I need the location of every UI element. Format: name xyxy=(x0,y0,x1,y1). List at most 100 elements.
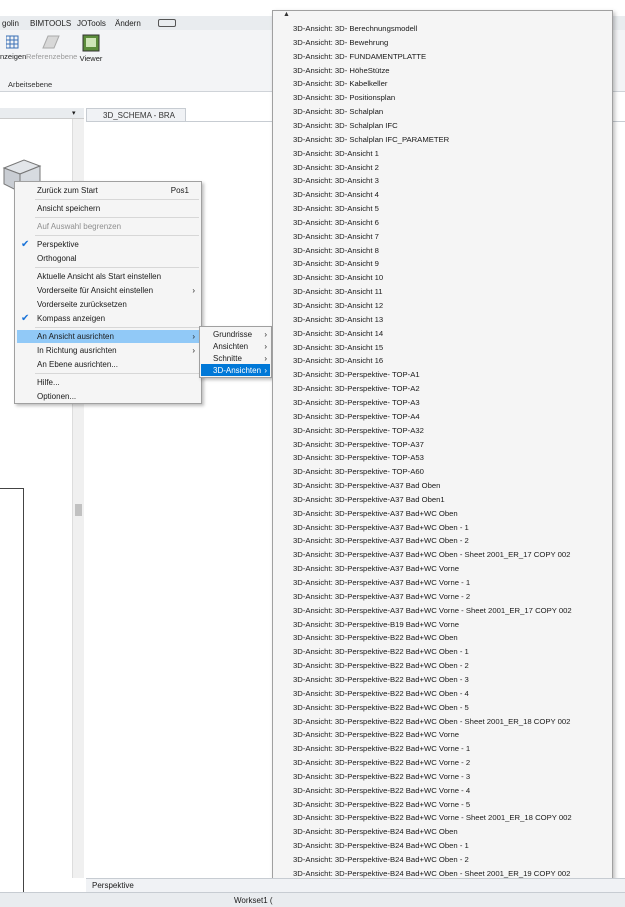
menu-item-shortcut: Pos1 xyxy=(170,186,189,195)
view-mode-label[interactable]: Perspektive xyxy=(92,881,134,890)
view-list-item[interactable]: 3D-Ansicht: 3D- Berechnungsmodell xyxy=(293,24,417,33)
view-list-item[interactable]: 3D-Ansicht: 3D-Perspektive- TOP-A37 xyxy=(293,440,424,449)
view-list-item[interactable]: 3D-Ansicht: 3D-Perspektive-B22 Bad+WC Ob… xyxy=(293,633,458,642)
view-list-item[interactable]: 3D-Ansicht: 3D-Perspektive-B22 Bad+WC Vo… xyxy=(293,772,470,781)
view-list-item[interactable]: 3D-Ansicht: 3D- Schalplan IFC xyxy=(293,121,398,130)
menu-item-optionen[interactable]: Optionen... xyxy=(17,390,201,403)
view-list-item[interactable]: 3D-Ansicht: 3D-Perspektive-B22 Bad+WC Ob… xyxy=(293,661,469,670)
view-list-item[interactable]: 3D-Ansicht: 3D-Perspektive-B22 Bad+WC Vo… xyxy=(293,786,470,795)
view-list-item[interactable]: 3D-Ansicht: 3D-Ansicht 14 xyxy=(293,329,383,338)
view-list-item[interactable]: 3D-Ansicht: 3D- Kabelkeller xyxy=(293,79,387,88)
view-list-item[interactable]: 3D-Ansicht: 3D-Perspektive- TOP-A32 xyxy=(293,426,424,435)
view-list-item[interactable]: 3D-Ansicht: 3D- FUNDAMENTPLATTE xyxy=(293,52,426,61)
submenu-arrow-icon: › xyxy=(264,330,267,339)
tab-bimtools[interactable]: BIMTOOLS xyxy=(30,19,71,28)
view-list-item[interactable]: 3D-Ansicht: 3D-Ansicht 9 xyxy=(293,259,379,268)
view-list-item[interactable]: 3D-Ansicht: 3D-Perspektive-A37 Bad+WC Ob… xyxy=(293,523,469,532)
menu-item-aktuelle-ansicht-als-start[interactable]: Aktuelle Ansicht als Start einstellen xyxy=(17,270,201,283)
view-list-item[interactable]: 3D-Ansicht: 3D-Perspektive-B24 Bad+WC Ob… xyxy=(293,869,570,878)
submenu-ausrichten: Grundrisse › Ansichten › Schnitte › 3D-A… xyxy=(199,326,272,378)
menu-item-vorderseite-zuruecksetzen[interactable]: Vorderseite zurücksetzen xyxy=(17,298,201,311)
view-list-item[interactable]: 3D-Ansicht: 3D- Bewehrung xyxy=(293,38,388,47)
menu-item-an-ebene-ausrichten[interactable]: An Ebene ausrichten... xyxy=(17,358,201,371)
3d-view-list-menu: ▲ 3D-Ansicht: 3D- Berechnungsmodell 3D-An… xyxy=(272,10,613,907)
viewer-button[interactable]: Viewer xyxy=(78,34,104,63)
submenu-item-schnitte[interactable]: Schnitte › xyxy=(201,352,270,364)
view-list-item[interactable]: 3D-Ansicht: 3D-Ansicht 2 xyxy=(293,163,379,172)
view-list-item[interactable]: 3D-Ansicht: 3D-Perspektive-B22 Bad+WC Vo… xyxy=(293,758,470,767)
menu-item-hilfe[interactable]: Hilfe... xyxy=(17,376,201,389)
view-list-item[interactable]: 3D-Ansicht: 3D-Perspektive-B22 Bad+WC Ob… xyxy=(293,647,469,656)
view-list-item[interactable]: 3D-Ansicht: 3D-Perspektive-B19 Bad+WC Vo… xyxy=(293,620,459,629)
view-list-item[interactable]: 3D-Ansicht: 3D-Ansicht 8 xyxy=(293,246,379,255)
view-list-item[interactable]: 3D-Ansicht: 3D-Perspektive-A37 Bad+WC Vo… xyxy=(293,606,572,615)
view-list-item[interactable]: 3D-Ansicht: 3D- HöheStütze xyxy=(293,66,390,75)
view-list-item[interactable]: 3D-Ansicht: 3D-Ansicht 10 xyxy=(293,273,383,282)
view-list-item[interactable]: 3D-Ansicht: 3D- Positionsplan xyxy=(293,93,395,102)
view-list-item[interactable]: 3D-Ansicht: 3D-Perspektive-B22 Bad+WC Ob… xyxy=(293,703,469,712)
view-list-item[interactable]: 3D-Ansicht: 3D-Perspektive-A37 Bad+WC Ob… xyxy=(293,509,458,518)
view-list-item[interactable]: 3D-Ansicht: 3D-Perspektive-B22 Bad+WC Vo… xyxy=(293,744,470,753)
view-list-item[interactable]: 3D-Ansicht: 3D-Perspektive- TOP-A1 xyxy=(293,370,420,379)
workset-selector[interactable]: Workset1 ( xyxy=(234,896,273,905)
menu-item-ansicht-speichern[interactable]: Ansicht speichern xyxy=(17,202,201,215)
submenu-item-ansichten[interactable]: Ansichten › xyxy=(201,340,270,352)
view-list-item[interactable]: 3D-Ansicht: 3D-Perspektive- TOP-A3 xyxy=(293,398,420,407)
scrollbar-thumb[interactable] xyxy=(75,504,82,516)
view-list-item[interactable]: 3D-Ansicht: 3D- Schalplan xyxy=(293,107,383,116)
tab-aendern[interactable]: Ändern xyxy=(115,19,141,28)
view-list-item[interactable]: 3D-Ansicht: 3D-Perspektive-A37 Bad+WC Ob… xyxy=(293,536,469,545)
view-list-item[interactable]: 3D-Ansicht: 3D-Perspektive-B22 Bad+WC Vo… xyxy=(293,813,572,822)
view-list-item[interactable]: 3D-Ansicht: 3D-Perspektive-B24 Bad+WC Ob… xyxy=(293,855,469,864)
menu-item-perspektive[interactable]: ✔ Perspektive xyxy=(17,238,201,251)
menu-item-in-richtung-ausrichten[interactable]: In Richtung ausrichten › xyxy=(17,344,201,357)
view-list-item[interactable]: 3D-Ansicht: 3D-Perspektive- TOP-A60 xyxy=(293,467,424,476)
view-list-item[interactable]: 3D-Ansicht: 3D-Ansicht 13 xyxy=(293,315,383,324)
view-list-item[interactable]: 3D-Ansicht: 3D-Perspektive-A37 Bad Oben xyxy=(293,481,440,490)
view-list-item[interactable]: 3D-Ansicht: 3D-Perspektive-A37 Bad Oben1 xyxy=(293,495,445,504)
view-list-item[interactable]: 3D-Ansicht: 3D-Ansicht 6 xyxy=(293,218,379,227)
menu-separator xyxy=(35,267,199,268)
anzeigen-button[interactable]: nzeigen xyxy=(0,34,26,61)
view-list-item[interactable]: 3D-Ansicht: 3D-Ansicht 16 xyxy=(293,356,383,365)
view-list-item[interactable]: 3D-Ansicht: 3D- Schalplan IFC_PARAMETER xyxy=(293,135,449,144)
view-list-item[interactable]: 3D-Ansicht: 3D-Perspektive-B22 Bad+WC Vo… xyxy=(293,730,459,739)
tab-jotools[interactable]: JOTools xyxy=(77,19,106,28)
tab-3d-schema[interactable]: 3D_SCHEMA - BRA A2 xyxy=(86,108,186,129)
view-list-item[interactable]: 3D-Ansicht: 3D-Perspektive-B22 Bad+WC Ob… xyxy=(293,689,469,698)
view-list-item[interactable]: 3D-Ansicht: 3D-Perspektive- TOP-A2 xyxy=(293,384,420,393)
view-list-item[interactable]: 3D-Ansicht: 3D-Perspektive-A37 Bad+WC Ob… xyxy=(293,550,570,559)
drawing-fragment xyxy=(0,488,24,907)
view-list-item[interactable]: 3D-Ansicht: 3D-Perspektive-A37 Bad+WC Vo… xyxy=(293,578,470,587)
tab-golin[interactable]: golin xyxy=(2,19,19,28)
view-list-item[interactable]: 3D-Ansicht: 3D-Ansicht 4 xyxy=(293,190,379,199)
scroll-up-icon[interactable]: ▲ xyxy=(283,11,290,18)
view-list-item[interactable]: 3D-Ansicht: 3D-Perspektive- TOP-A53 xyxy=(293,453,424,462)
view-list-item[interactable]: 3D-Ansicht: 3D-Perspektive- TOP-A4 xyxy=(293,412,420,421)
menu-item-an-ansicht-ausrichten[interactable]: An Ansicht ausrichten › xyxy=(17,330,201,343)
menu-item-label: An Ansicht ausrichten xyxy=(37,332,114,341)
referenzebene-button[interactable]: Referenzebene xyxy=(26,34,77,61)
panel-dropdown-icon[interactable]: ▾ xyxy=(72,109,76,117)
view-list-item[interactable]: 3D-Ansicht: 3D-Perspektive-B22 Bad+WC Ob… xyxy=(293,675,469,684)
view-list-item[interactable]: 3D-Ansicht: 3D-Ansicht 11 xyxy=(293,287,383,296)
view-list-item[interactable]: 3D-Ansicht: 3D-Ansicht 5 xyxy=(293,204,379,213)
view-list-item[interactable]: 3D-Ansicht: 3D-Perspektive-A37 Bad+WC Vo… xyxy=(293,564,459,573)
tab-extra-dropdown[interactable] xyxy=(158,19,176,27)
menu-item-orthogonal[interactable]: Orthogonal xyxy=(17,252,201,265)
view-list-item[interactable]: 3D-Ansicht: 3D-Ansicht 1 xyxy=(293,149,379,158)
view-list-item[interactable]: 3D-Ansicht: 3D-Ansicht 3 xyxy=(293,176,379,185)
view-list-item[interactable]: 3D-Ansicht: 3D-Perspektive-B22 Bad+WC Vo… xyxy=(293,800,470,809)
menu-item-vorderseite-einstellen[interactable]: Vorderseite für Ansicht einstellen › xyxy=(17,284,201,297)
submenu-item-grundrisse[interactable]: Grundrisse › xyxy=(201,328,270,340)
submenu-item-3d-ansichten[interactable]: 3D-Ansichten › xyxy=(201,364,270,376)
view-list-item[interactable]: 3D-Ansicht: 3D-Perspektive-B24 Bad+WC Ob… xyxy=(293,827,458,836)
view-list-item[interactable]: 3D-Ansicht: 3D-Ansicht 15 xyxy=(293,343,383,352)
menu-item-kompass-anzeigen[interactable]: ✔ Kompass anzeigen xyxy=(17,312,201,325)
view-list-item[interactable]: 3D-Ansicht: 3D-Ansicht 12 xyxy=(293,301,383,310)
view-list-item[interactable]: 3D-Ansicht: 3D-Perspektive-B22 Bad+WC Ob… xyxy=(293,717,570,726)
view-list-item[interactable]: 3D-Ansicht: 3D-Ansicht 7 xyxy=(293,232,379,241)
view-list-item[interactable]: 3D-Ansicht: 3D-Perspektive-B24 Bad+WC Ob… xyxy=(293,841,469,850)
view-list-item[interactable]: 3D-Ansicht: 3D-Perspektive-A37 Bad+WC Vo… xyxy=(293,592,470,601)
menu-item-zurueck-zum-start[interactable]: Zurück zum Start Pos1 xyxy=(17,184,201,197)
